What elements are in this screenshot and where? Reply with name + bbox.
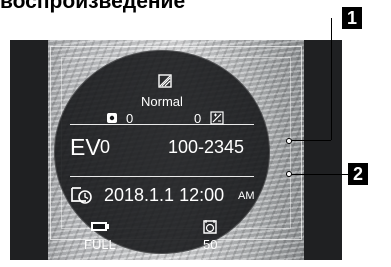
ev-value: 0 <box>100 137 111 157</box>
overlay-divider-top <box>70 124 254 125</box>
right-side-band <box>304 40 342 260</box>
overlay-divider-bottom <box>70 176 254 177</box>
exposure-compensation-icon <box>210 111 224 125</box>
card-status-label: FULL <box>84 237 116 252</box>
callout-2-line <box>292 174 348 175</box>
drive-mode-icon <box>107 113 117 123</box>
picture-mode-label: Normal <box>141 94 183 109</box>
file-number: 100-2345 <box>168 137 245 157</box>
shot-count-value: 50 <box>203 237 218 252</box>
shot-counter-icon <box>203 220 217 234</box>
callout-1-badge: 1 <box>342 7 362 29</box>
callout-1-line <box>292 140 331 141</box>
callout-2-badge: 2 <box>348 163 368 185</box>
playback-screen: Normal 0 0 EV 0 100-2345 2018.1.1 12:00 … <box>10 40 342 260</box>
page-heading: воспроизведение <box>0 0 186 13</box>
left-side-band <box>10 40 48 260</box>
picture-style-icon <box>158 74 172 88</box>
date-time-icon <box>71 187 92 204</box>
page: воспроизведение Normal 0 0 EV 0 100-2345… <box>0 0 391 267</box>
callout-1-tick <box>331 18 332 140</box>
callout-1-dot <box>286 138 292 144</box>
date-time-value: 2018.1.1 12:00 <box>104 185 225 205</box>
info-overlay: Normal 0 0 EV 0 100-2345 2018.1.1 12:00 … <box>54 50 270 254</box>
memory-card-icon <box>91 222 109 231</box>
time-suffix: AM <box>238 190 255 202</box>
ev-label: EV <box>70 134 101 160</box>
